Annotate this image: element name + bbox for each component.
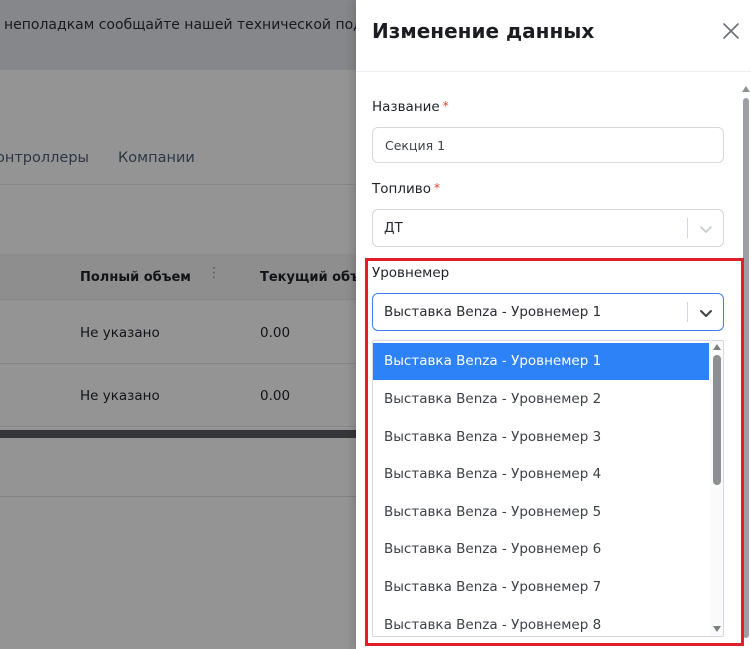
name-field-label: Название * [372,99,449,115]
level-gauge-dropdown: Выставка Benza - Уровнемер 1 Выставка Be… [372,340,724,637]
dropdown-option[interactable]: Выставка Benza - Уровнемер 5 [373,494,709,531]
fuel-label-text: Топливо [372,181,431,197]
chevron-down-icon[interactable] [696,219,716,239]
dropdown-option-label: Выставка Benza - Уровнемер 5 [384,504,602,520]
name-input[interactable] [372,127,724,163]
level-gauge-select[interactable]: Выставка Benza - Уровнемер 1 [372,293,724,331]
drawer-header: Изменение данных [356,0,751,72]
dropdown-scrollbar[interactable] [710,341,723,636]
drawer-scrollbar[interactable] [743,98,749,638]
select-separator [687,218,688,238]
dropdown-option[interactable]: Выставка Benza - Уровнемер 4 [373,456,709,493]
drawer-title: Изменение данных [372,19,595,43]
required-mark: * [442,99,449,113]
select-separator [687,302,688,322]
scroll-up-icon[interactable] [713,344,721,350]
dropdown-option-label: Выставка Benza - Уровнемер 2 [384,391,602,407]
dropdown-option[interactable]: Выставка Benza - Уровнемер 6 [373,531,709,568]
dropdown-option[interactable]: Выставка Benza - Уровнемер 3 [373,419,709,456]
scroll-down-icon[interactable] [713,626,721,632]
dropdown-option[interactable]: Выставка Benza - Уровнемер 8 [373,607,709,636]
dropdown-option-label: Выставка Benza - Уровнемер 7 [384,579,602,595]
dropdown-option-label: Выставка Benza - Уровнемер 3 [384,429,602,445]
chevron-down-icon[interactable] [696,303,716,323]
required-mark: * [433,181,440,195]
fuel-select-value: ДТ [384,220,403,236]
dropdown-option[interactable]: Выставка Benza - Уровнемер 2 [373,381,709,418]
level-gauge-select-value: Выставка Benza - Уровнемер 1 [384,304,602,320]
edit-drawer: Изменение данных Название* Топливо* ДТ У… [356,0,751,649]
dropdown-option-label: Выставка Benza - Уровнемер 6 [384,541,602,557]
dropdown-option-label: Выставка Benza - Уровнемер 1 [384,353,602,369]
fuel-select[interactable]: ДТ [372,209,724,247]
close-icon[interactable] [720,20,742,42]
level-gauge-field-label: Уровнемер [372,265,449,281]
dropdown-option[interactable]: Выставка Benza - Уровнемер 1 [373,343,709,380]
dropdown-option-label: Выставка Benza - Уровнемер 8 [384,617,602,633]
fuel-field-label: Топливо * [372,181,440,197]
dropdown-option[interactable]: Выставка Benza - Уровнемер 7 [373,569,709,606]
level-gauge-label-text: Уровнемер [372,265,450,281]
dropdown-option-label: Выставка Benza - Уровнемер 4 [384,466,602,482]
name-label-text: Название [372,99,440,115]
drawer-scroll-up-icon[interactable] [742,86,750,92]
dropdown-scroll-thumb[interactable] [713,355,721,485]
